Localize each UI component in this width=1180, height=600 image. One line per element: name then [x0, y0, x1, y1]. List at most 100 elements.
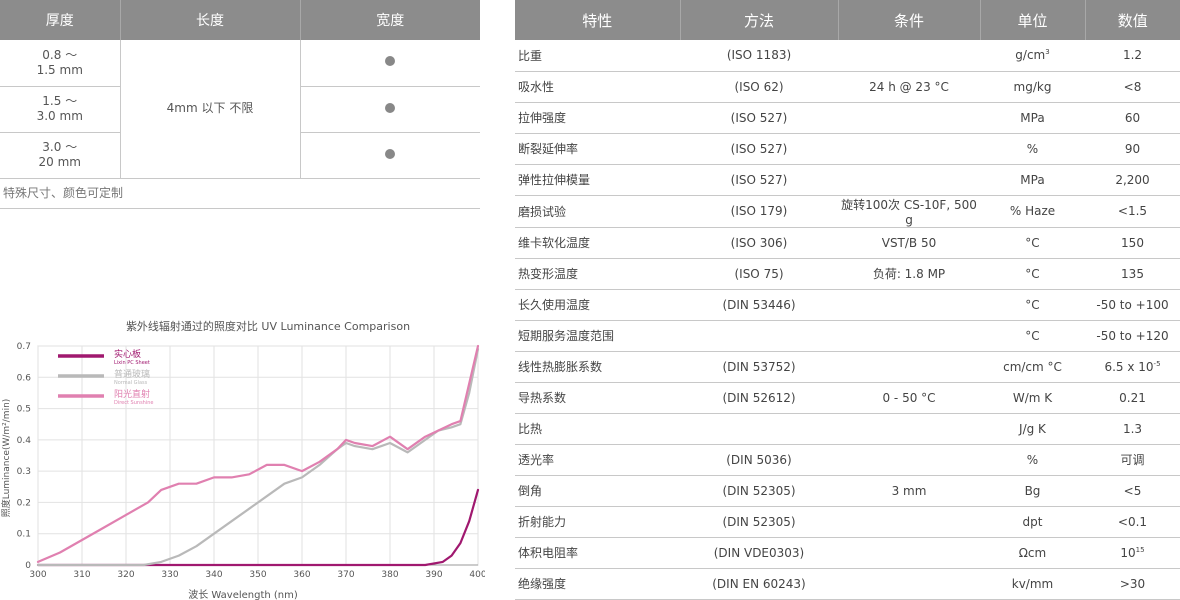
table-row: 透光率 (DIN 5036)% 可调 [515, 444, 1180, 476]
unit-cell-text: MPa [1020, 110, 1045, 125]
unit-cell: % Haze [980, 195, 1085, 228]
method-cell: (DIN 52305) [680, 506, 838, 538]
length-cell: 4mm 以下 不限 [120, 40, 301, 179]
property-cell: 线性热膨胀系数 [515, 351, 680, 383]
value-cell: 6.5 x 10-5 [1085, 351, 1180, 383]
method-cell: (ISO 527) [680, 133, 838, 165]
method-cell-text: (ISO 1183) [726, 48, 792, 63]
value-cell: 2,200 [1085, 164, 1180, 196]
unit-cell: °C [980, 320, 1085, 352]
method-cell: (ISO 1183) [680, 40, 838, 72]
y-tick-label: 0 [25, 561, 31, 571]
table-row: 0.8 ～ 1.5 mm 4mm 以下 不限 [0, 40, 480, 179]
header-width: 宽度 [300, 0, 480, 40]
y-tick-label: 0.5 [17, 405, 31, 415]
condition-cell: 0 - 50 °C [838, 382, 980, 414]
width-cell [300, 86, 480, 133]
unit-cell: Bg [980, 475, 1085, 507]
uv-luminance-chart: 紫外线辐射通过的照度对比 UV Luminance Comparison 300… [0, 312, 485, 600]
table-row: 拉伸强度 (ISO 527) MPa 60 [515, 102, 1180, 134]
property-cell: 绝缘强度 [515, 568, 680, 600]
customization-note: 特殊尺寸、颜色可定制 [0, 178, 480, 209]
value-cell: 60 [1085, 102, 1180, 134]
table-row: 比热 J/g K 1.3 [515, 413, 1180, 445]
condition-cell: 旋转100次 CS-10F, 500 g [838, 195, 980, 228]
value-cell: 1.3 [1085, 413, 1180, 445]
property-cell-text: 弹性拉伸模量 [518, 173, 591, 187]
thickness-cell: 1.5 ～ 3.0 mm [0, 86, 121, 133]
width-cell [300, 40, 480, 87]
condition-cell [838, 102, 980, 134]
method-cell-text: (ISO 527) [730, 110, 788, 125]
value-cell: 1.2 [1085, 40, 1180, 72]
method-cell: (ISO 527) [680, 164, 838, 196]
value-cell: 可调 [1085, 444, 1180, 476]
unit-cell: J/g K [980, 413, 1085, 445]
unit-cell-text: % Haze [1009, 204, 1056, 218]
condition-cell [838, 40, 980, 72]
property-cell-text: 导热系数 [518, 391, 567, 405]
condition-cell [838, 444, 980, 476]
condition-cell [838, 320, 980, 352]
x-tick-label: 390 [425, 570, 442, 580]
value-cell-text: 60 [1124, 110, 1141, 125]
table-row: 磨损试验 (ISO 179) 旋转100次 CS-10F, 500 g % Haze <… [515, 195, 1180, 228]
value-cell-text: -50 to +100 [1096, 297, 1169, 312]
unit-cell-text: °C [1025, 297, 1040, 312]
condition-cell [838, 537, 980, 569]
method-cell: (DIN 52305) [680, 475, 838, 507]
property-cell: 比重 [515, 40, 680, 72]
value-cell: <8 [1085, 71, 1180, 103]
value-cell: 150 [1085, 227, 1180, 259]
legend-sublabel: Direct Sunshine [114, 400, 153, 406]
method-cell-text: (DIN 53752) [722, 359, 796, 374]
available-dot-icon [385, 102, 396, 113]
condition-cell-text: 0 - 50 °C [882, 390, 936, 405]
header-property: 特性 [515, 0, 681, 40]
condition-cell [838, 568, 980, 600]
method-cell: (DIN EN 60243) [680, 568, 838, 600]
header-length: 长度 [120, 0, 301, 40]
unit-cell-text: kv/mm [1011, 576, 1054, 591]
y-tick-label: 0.2 [17, 498, 31, 508]
method-cell-text: (ISO 306) [730, 235, 788, 250]
table-row: 线性热膨胀系数 (DIN 53752) cm/cm °C 6.5 x 10-5 [515, 351, 1180, 383]
property-cell-text: 比重 [518, 48, 543, 63]
method-cell [680, 320, 838, 352]
property-cell: 拉伸强度 [515, 102, 680, 134]
unit-cell-text: dpt [1022, 514, 1043, 529]
unit-cell: Ωcm [980, 537, 1085, 569]
available-dot-icon [385, 148, 396, 159]
method-cell-text: (DIN EN 60243) [712, 576, 806, 591]
value-cell-text: <5 [1123, 483, 1142, 498]
value-cell-text: 可调 [1120, 453, 1145, 467]
value-cell: <1.5 [1085, 195, 1180, 228]
property-cell-text: 拉伸强度 [518, 111, 567, 125]
condition-cell [838, 164, 980, 196]
value-cell-text: -50 to +120 [1096, 328, 1169, 343]
value-cell-text: 1.3 [1122, 421, 1143, 436]
unit-cell: °C [980, 258, 1085, 290]
condition-cell: 24 h @ 23 °C [838, 71, 980, 103]
property-cell-text: 维卡软化温度 [518, 236, 591, 250]
y-tick-label: 0.1 [17, 530, 31, 540]
width-cell [300, 132, 480, 179]
table-row: 倒角 (DIN 52305) 3 mm Bg <5 [515, 475, 1180, 507]
thickness-cell: 0.8 ～ 1.5 mm [0, 40, 121, 87]
unit-cell: % [980, 444, 1085, 476]
value-cell-text: 150 [1121, 235, 1144, 250]
unit-cell: °C [980, 227, 1085, 259]
condition-cell-text: VST/B 50 [881, 235, 937, 250]
property-cell-text: 绝缘强度 [518, 577, 567, 591]
unit-cell-text: MPa [1020, 172, 1045, 187]
properties-body: 比重 (ISO 1183) g/cm3 1.2 吸水性 (ISO 62) 24 h @ 23… [515, 40, 1180, 600]
unit-cell-text: W/m K [1012, 390, 1053, 405]
unit-cell: °C [980, 289, 1085, 321]
method-cell-text: (DIN VDE0303) [713, 545, 805, 560]
x-tick-label: 350 [249, 570, 266, 580]
y-tick-label: 0.6 [17, 373, 32, 383]
property-cell: 导热系数 [515, 382, 680, 414]
y-tick-label: 0.7 [17, 342, 31, 352]
method-cell: (DIN 53446) [680, 289, 838, 321]
value-cell-text: 6.5 x 10 [1104, 359, 1154, 374]
